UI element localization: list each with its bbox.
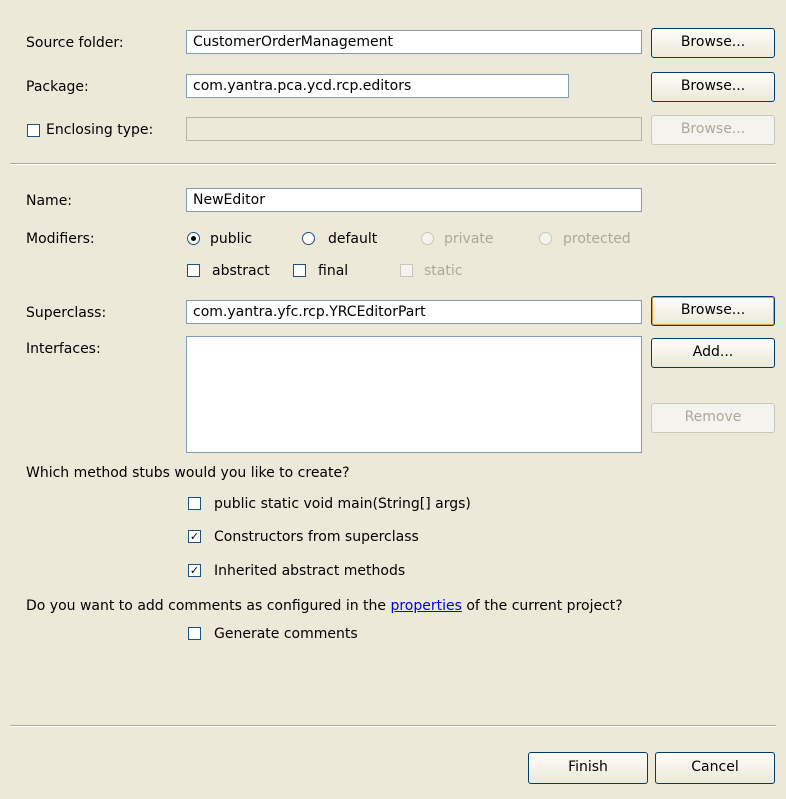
comments-question-after: of the current project? bbox=[461, 598, 623, 614]
interfaces-list[interactable] bbox=[186, 336, 642, 453]
enclosing-type-browse-button: Browse... bbox=[651, 115, 775, 145]
source-folder-label: Source folder: bbox=[26, 35, 124, 51]
name-label: Name: bbox=[26, 193, 73, 209]
radio-private bbox=[421, 232, 434, 245]
source-folder-browse-button[interactable]: Browse... bbox=[651, 28, 775, 58]
superclass-browse-button[interactable]: Browse... bbox=[651, 296, 775, 326]
inherited-methods-label: Inherited abstract methods bbox=[214, 563, 406, 579]
final-label: final bbox=[318, 263, 349, 279]
enclosing-type-checkbox[interactable] bbox=[27, 124, 40, 137]
static-checkbox bbox=[400, 264, 413, 277]
constructors-label: Constructors from superclass bbox=[214, 529, 419, 545]
radio-public-label: public bbox=[210, 231, 253, 247]
comments-question-before: Do you want to add comments as configure… bbox=[26, 598, 391, 614]
radio-private-label: private bbox=[444, 231, 494, 247]
generate-comments-label: Generate comments bbox=[214, 626, 358, 642]
footer-separator-highlight bbox=[10, 726, 776, 727]
enclosing-type-label: Enclosing type: bbox=[46, 122, 154, 138]
superclass-input[interactable]: com.yantra.yfc.rcp.YRCEditorPart bbox=[186, 300, 642, 324]
source-folder-input[interactable]: CustomerOrderManagement bbox=[186, 30, 642, 54]
abstract-checkbox[interactable] bbox=[187, 264, 200, 277]
comments-question: Do you want to add comments as configure… bbox=[26, 597, 623, 615]
package-browse-button[interactable]: Browse... bbox=[651, 72, 775, 102]
radio-default[interactable] bbox=[302, 232, 315, 245]
finish-button[interactable]: Finish bbox=[528, 752, 648, 784]
final-checkbox[interactable] bbox=[293, 264, 306, 277]
main-method-label: public static void main(String[] args) bbox=[214, 496, 471, 512]
enclosing-type-input bbox=[186, 117, 642, 141]
abstract-label: abstract bbox=[212, 263, 270, 279]
generate-comments-checkbox[interactable] bbox=[188, 627, 201, 640]
method-stubs-question: Which method stubs would you like to cre… bbox=[26, 465, 350, 481]
main-method-checkbox[interactable] bbox=[188, 497, 201, 510]
static-label: static bbox=[424, 263, 463, 279]
inherited-methods-checkbox[interactable]: ✓ bbox=[188, 564, 201, 577]
package-label: Package: bbox=[26, 79, 89, 95]
separator-highlight bbox=[10, 164, 776, 165]
modifiers-label: Modifiers: bbox=[26, 231, 95, 247]
interfaces-remove-button: Remove bbox=[651, 403, 775, 433]
cancel-button[interactable]: Cancel bbox=[655, 752, 775, 784]
interfaces-add-button[interactable]: Add... bbox=[651, 338, 775, 368]
name-input[interactable]: NewEditor bbox=[186, 188, 642, 212]
properties-link[interactable]: properties bbox=[390, 598, 461, 614]
radio-protected bbox=[539, 232, 552, 245]
radio-protected-label: protected bbox=[563, 231, 631, 247]
constructors-checkbox[interactable]: ✓ bbox=[188, 530, 201, 543]
superclass-label: Superclass: bbox=[26, 305, 107, 321]
package-input[interactable]: com.yantra.pca.ycd.rcp.editors bbox=[186, 74, 569, 98]
interfaces-label: Interfaces: bbox=[26, 341, 101, 357]
radio-public[interactable] bbox=[187, 232, 200, 245]
radio-default-label: default bbox=[328, 231, 378, 247]
